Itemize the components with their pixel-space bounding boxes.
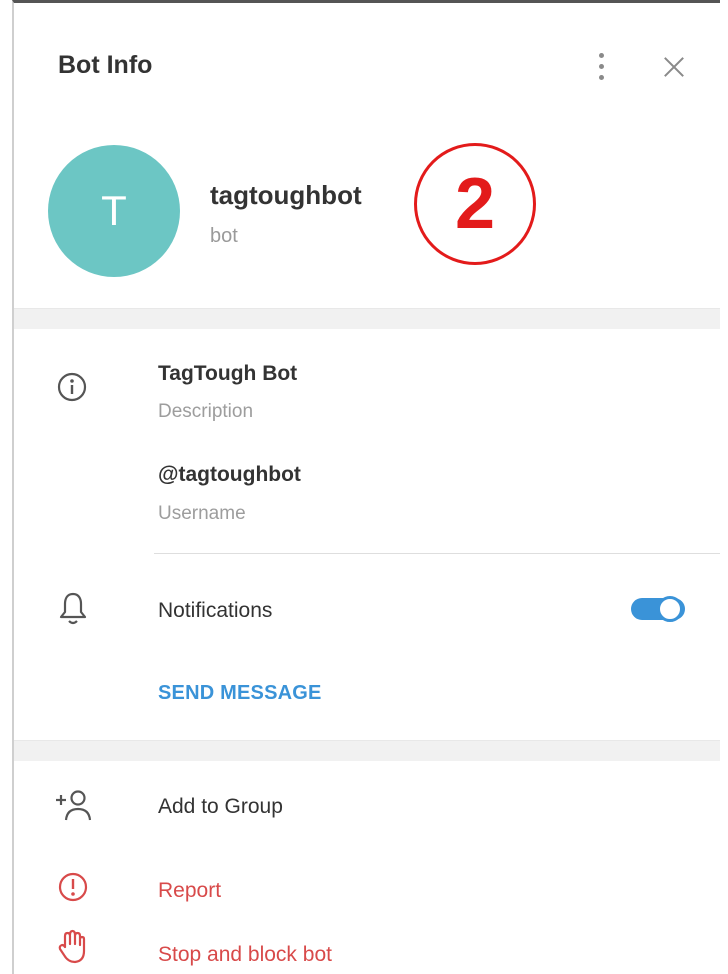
- annotation-number-badge: 2: [414, 143, 536, 265]
- username-label: Username: [158, 503, 246, 524]
- section-divider: [14, 740, 720, 761]
- notifications-label: Notifications: [158, 599, 273, 622]
- username-value[interactable]: @tagtoughbot: [158, 463, 301, 487]
- bot-subtitle: bot: [210, 225, 238, 247]
- add-to-group-button[interactable]: Add to Group: [158, 795, 283, 819]
- bot-info-panel: Bot Info T tagtoughbot bot 2 TagTough Bo…: [12, 0, 720, 974]
- stop-and-block-button[interactable]: Stop and block bot: [158, 943, 332, 967]
- stop-hand-icon: [57, 929, 89, 965]
- more-options-icon[interactable]: [586, 47, 616, 87]
- close-icon[interactable]: [654, 49, 694, 89]
- bell-icon: [58, 591, 88, 627]
- description-label: Description: [158, 401, 254, 422]
- description-value: TagTough Bot: [158, 362, 298, 385]
- section-divider: [14, 308, 720, 329]
- add-user-icon: [54, 788, 94, 824]
- notifications-toggle[interactable]: [631, 593, 687, 625]
- avatar: T: [48, 145, 180, 277]
- info-icon: [56, 371, 88, 403]
- report-button[interactable]: Report: [158, 879, 221, 903]
- panel-title: Bot Info: [58, 51, 153, 79]
- bot-name: tagtoughbot: [210, 180, 362, 210]
- report-icon: [57, 871, 89, 903]
- divider-line: [154, 553, 720, 554]
- send-message-button[interactable]: SEND MESSAGE: [158, 682, 322, 705]
